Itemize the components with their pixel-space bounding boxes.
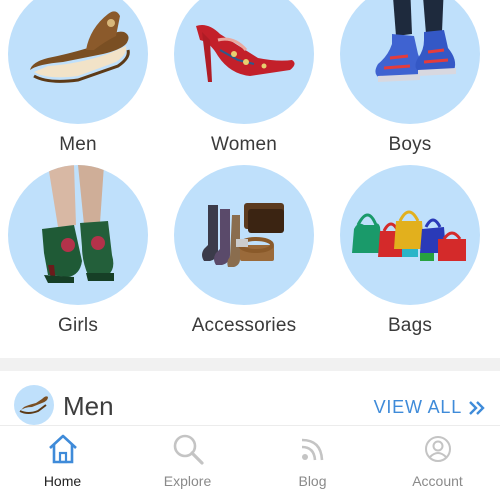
men-section-avatar (14, 385, 54, 425)
category-label: Men (59, 134, 97, 155)
category-women[interactable]: Women (174, 0, 314, 156)
nav-explore[interactable]: Explore (125, 426, 250, 500)
category-label: Girls (57, 315, 99, 336)
home-icon (48, 434, 77, 464)
nav-label: Home (43, 473, 82, 489)
search-icon (173, 434, 204, 465)
double-chevron-right-icon (469, 400, 485, 415)
category-grid: Men Women Boys Girls Accessories Bags (0, 0, 500, 358)
category-men[interactable]: Men (8, 0, 148, 156)
category-label: Women (210, 134, 278, 155)
girls-category-image (8, 165, 148, 305)
nav-label: Blog (298, 473, 327, 489)
boys-category-image (340, 0, 480, 124)
category-boys[interactable]: Boys (340, 0, 480, 156)
nav-home[interactable]: Home (0, 426, 125, 500)
category-label: Bags (387, 315, 433, 336)
user-icon (424, 436, 451, 462)
view-all-label: VIEW ALL (373, 397, 462, 417)
category-label: Boys (388, 134, 432, 155)
bags-category-image (340, 165, 480, 305)
nav-label: Explore (163, 473, 212, 489)
section-title: Men (63, 391, 114, 421)
section-separator (0, 358, 500, 371)
men-category-image (8, 0, 148, 124)
nav-blog[interactable]: Blog (250, 426, 375, 500)
men-section-header: Men VIEW ALL (0, 371, 500, 428)
women-category-image (174, 0, 314, 124)
category-accessories[interactable]: Accessories (174, 165, 314, 337)
feed-icon (301, 438, 323, 461)
category-bags[interactable]: Bags (340, 165, 480, 337)
bottom-navigation: Home Explore Blog Account (0, 425, 500, 500)
nav-label: Account (412, 473, 463, 489)
nav-account[interactable]: Account (375, 426, 500, 500)
view-all-button[interactable]: VIEW ALL (374, 397, 486, 418)
accessories-category-image (174, 165, 314, 305)
category-girls[interactable]: Girls (8, 165, 148, 337)
category-label: Accessories (191, 315, 297, 336)
